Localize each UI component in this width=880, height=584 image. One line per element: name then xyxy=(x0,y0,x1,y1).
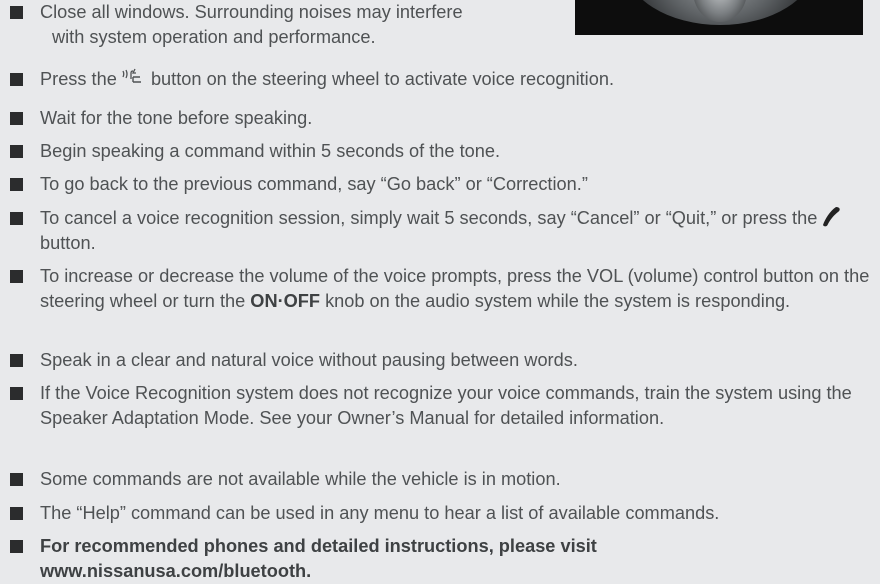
tip-text: The “Help” command can be used in any me… xyxy=(40,503,720,523)
list-item: Some commands are not available while th… xyxy=(10,467,870,492)
list-item: For recommended phones and detailed inst… xyxy=(10,534,680,584)
square-bullet-icon xyxy=(10,387,23,400)
square-bullet-icon xyxy=(10,540,23,553)
tip-text: Wait for the tone before speaking. xyxy=(40,108,313,128)
tip-text: Speak in a clear and natural voice witho… xyxy=(40,350,578,370)
square-bullet-icon xyxy=(10,145,23,158)
square-bullet-icon xyxy=(10,6,23,19)
square-bullet-icon xyxy=(10,212,23,225)
list-item: If the Voice Recognition system does not… xyxy=(10,381,860,431)
list-item: Close all windows. Surrounding noises ma… xyxy=(10,0,570,50)
tip-text: If the Voice Recognition system does not… xyxy=(40,383,852,428)
square-bullet-icon xyxy=(10,112,23,125)
list-item: To go back to the previous command, say … xyxy=(10,172,870,197)
list-item: Begin speaking a command within 5 second… xyxy=(10,139,870,164)
tip-text: To cancel a voice recognition session, s… xyxy=(40,206,870,256)
square-bullet-icon xyxy=(10,178,23,191)
square-bullet-icon xyxy=(10,73,23,86)
tip-text: Begin speaking a command within 5 second… xyxy=(40,141,501,161)
tip-text: Some commands are not available while th… xyxy=(40,469,561,489)
square-bullet-icon xyxy=(10,354,23,367)
list-item: Wait for the tone before speaking. xyxy=(10,106,870,131)
list-item: To increase or decrease the volume of th… xyxy=(10,264,870,314)
list-item: Press the button on the steering wheel t… xyxy=(10,67,870,92)
list-item: The “Help” command can be used in any me… xyxy=(10,501,870,526)
steering-wheel-photo xyxy=(575,0,863,35)
phone-hangup-icon xyxy=(823,207,841,227)
tip-text: Press the button on the steering wheel t… xyxy=(40,68,615,89)
square-bullet-icon xyxy=(10,507,23,520)
tip-text: Close all windows. Surrounding noises ma… xyxy=(40,2,463,47)
list-item: Speak in a clear and natural voice witho… xyxy=(10,348,870,373)
tip-text: To increase or decrease the volume of th… xyxy=(40,266,870,311)
voice-recognition-icon xyxy=(122,68,141,83)
tip-text: For recommended phones and detailed inst… xyxy=(40,536,597,581)
square-bullet-icon xyxy=(10,473,23,486)
list-item: To cancel a voice recognition session, s… xyxy=(10,206,870,256)
tip-text: To go back to the previous command, say … xyxy=(40,174,588,194)
square-bullet-icon xyxy=(10,270,23,283)
